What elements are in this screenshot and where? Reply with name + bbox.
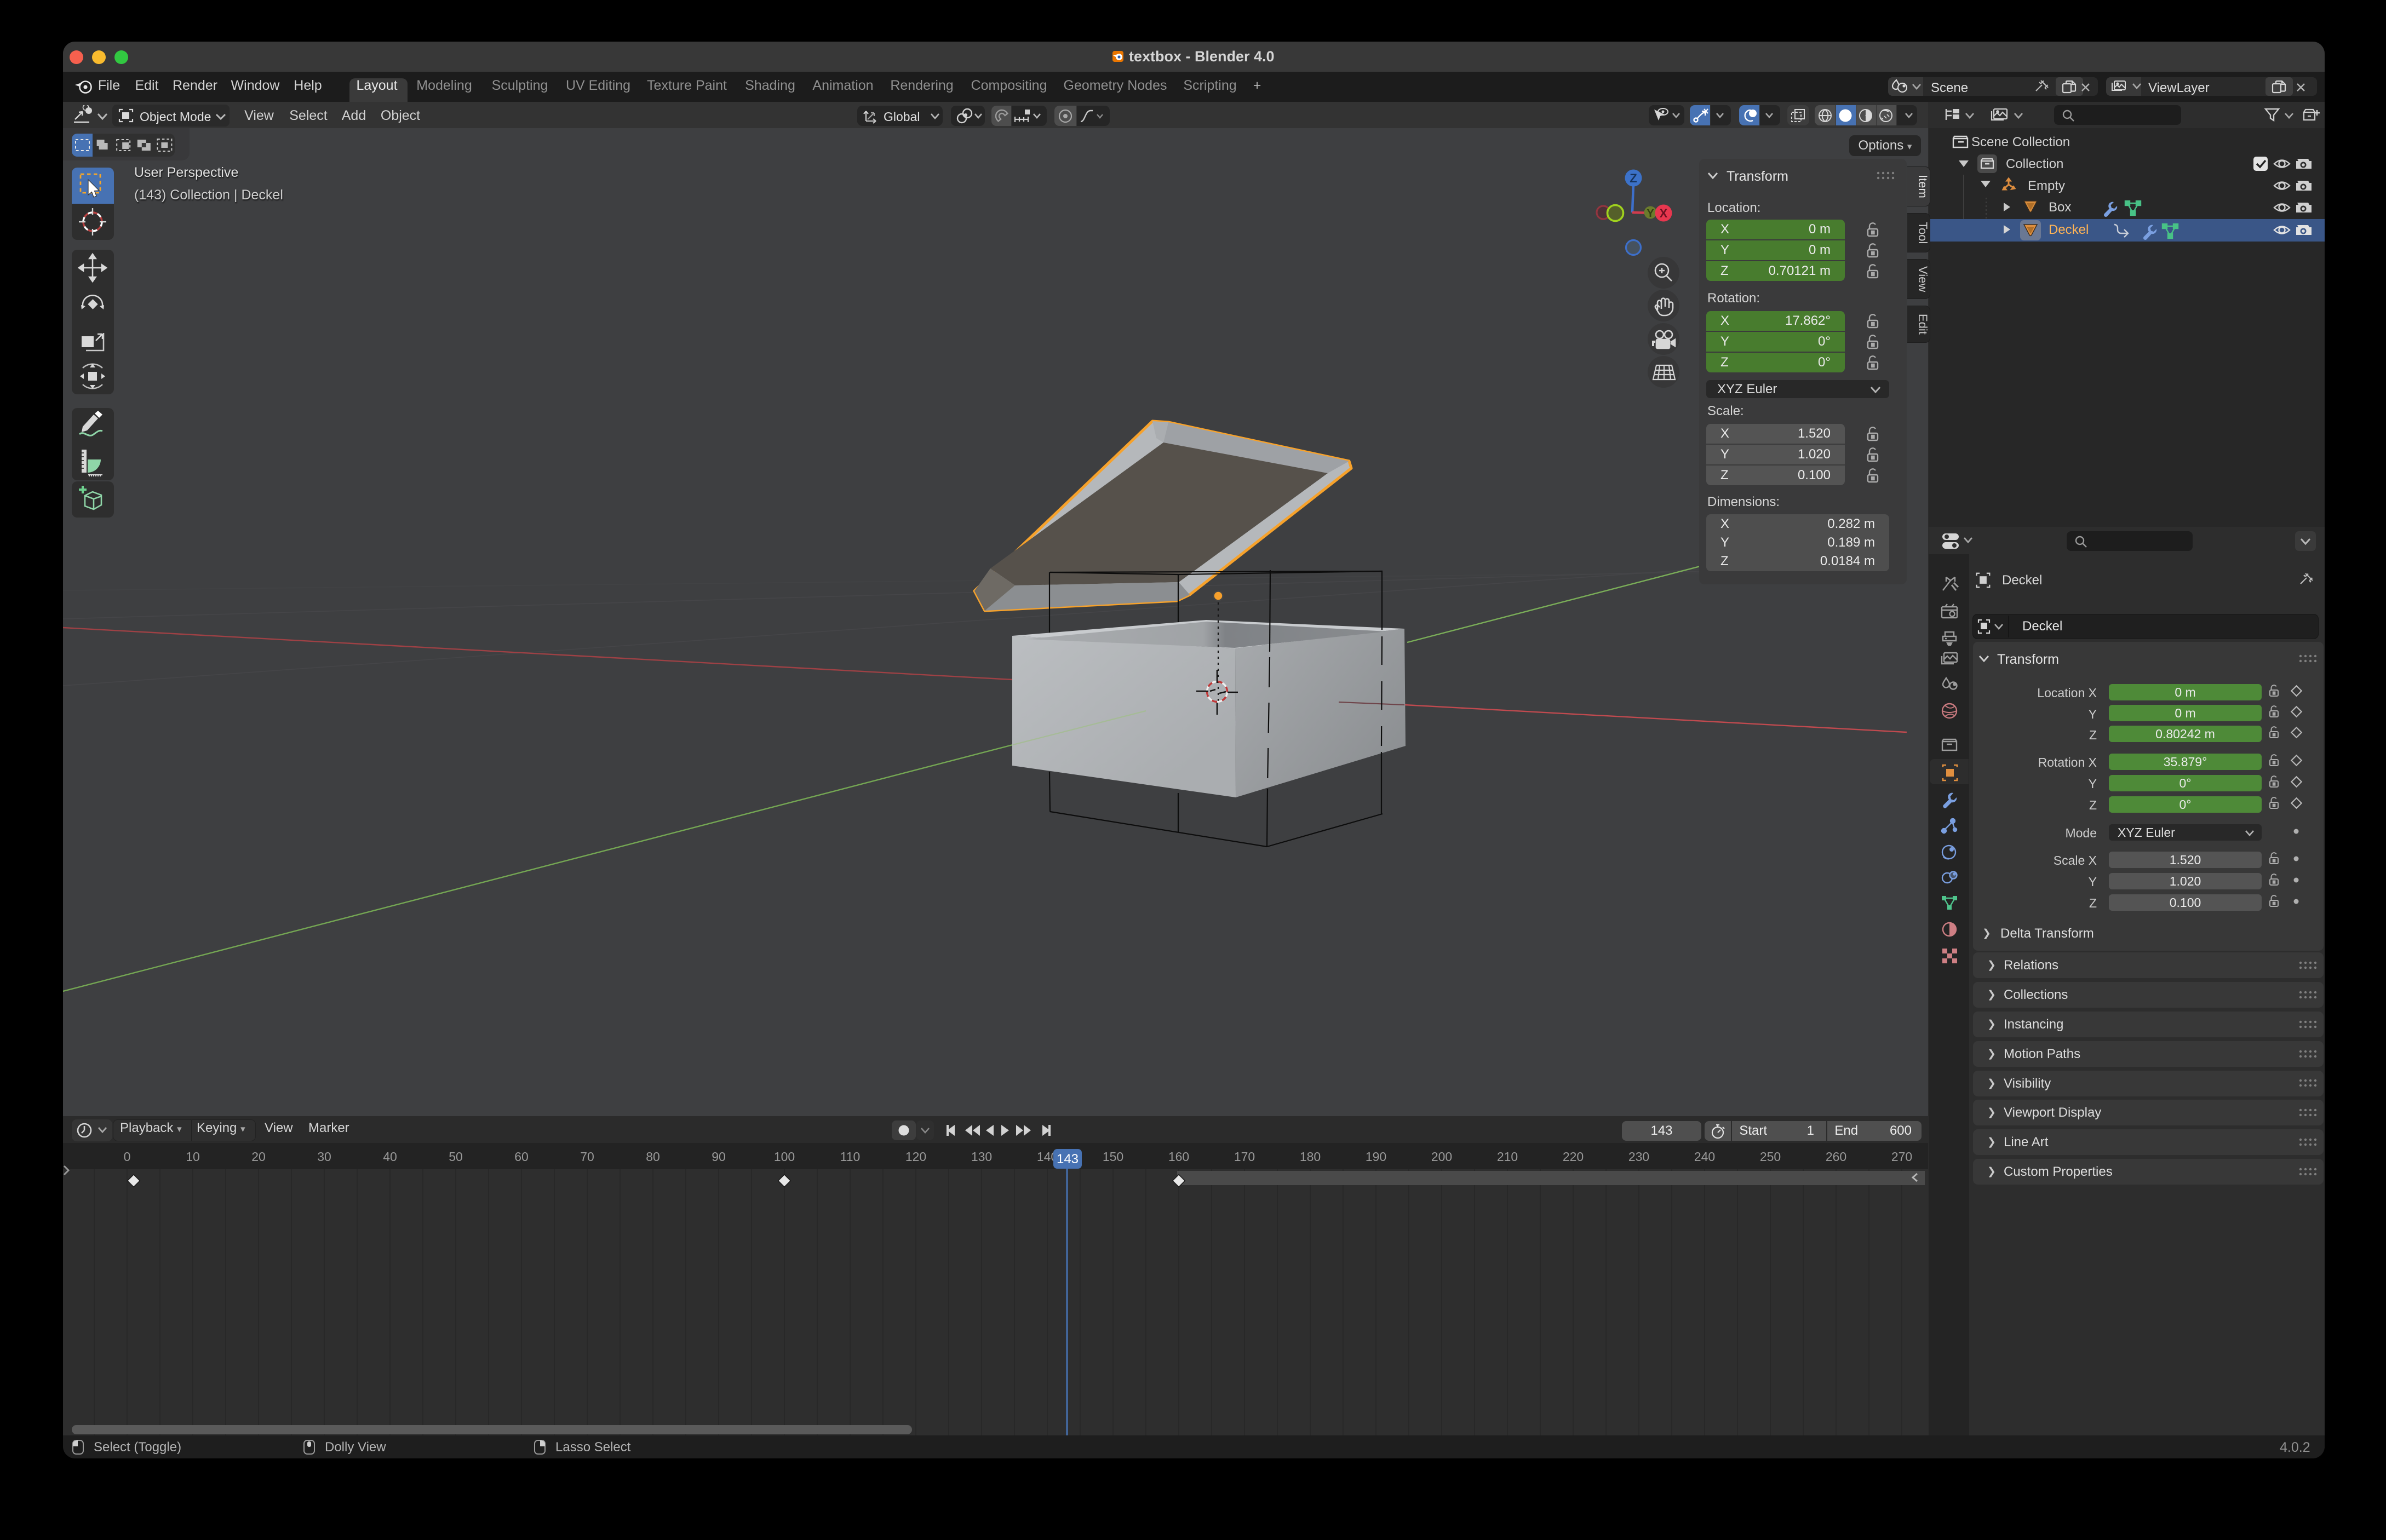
svg-text:50: 50 — [449, 1150, 463, 1164]
svg-text:Dolly View: Dolly View — [325, 1440, 386, 1455]
svg-text:120: 120 — [905, 1150, 926, 1164]
svg-text:0: 0 — [124, 1150, 131, 1164]
svg-text:270: 270 — [1891, 1150, 1912, 1164]
svg-text:220: 220 — [1563, 1150, 1584, 1164]
svg-text:160: 160 — [1168, 1150, 1189, 1164]
svg-text:210: 210 — [1497, 1150, 1518, 1164]
svg-text:100: 100 — [774, 1150, 795, 1164]
svg-text:40: 40 — [383, 1150, 397, 1164]
svg-text:10: 10 — [186, 1150, 200, 1164]
svg-text:200: 200 — [1431, 1150, 1452, 1164]
svg-text:70: 70 — [580, 1150, 594, 1164]
svg-text:260: 260 — [1826, 1150, 1846, 1164]
svg-text:60: 60 — [514, 1150, 529, 1164]
svg-text:180: 180 — [1300, 1150, 1321, 1164]
svg-text:Y: Y — [1647, 208, 1654, 220]
svg-text:20: 20 — [251, 1150, 266, 1164]
svg-text:170: 170 — [1234, 1150, 1255, 1164]
svg-text:Select (Toggle): Select (Toggle) — [94, 1440, 181, 1455]
svg-text:80: 80 — [646, 1150, 660, 1164]
svg-text:250: 250 — [1760, 1150, 1781, 1164]
svg-text:150: 150 — [1103, 1150, 1123, 1164]
svg-text:130: 130 — [971, 1150, 992, 1164]
svg-text:230: 230 — [1628, 1150, 1649, 1164]
svg-text:Z: Z — [1630, 171, 1637, 185]
svg-text:90: 90 — [712, 1150, 726, 1164]
svg-text:240: 240 — [1694, 1150, 1715, 1164]
svg-text:110: 110 — [840, 1150, 861, 1164]
svg-text:30: 30 — [317, 1150, 331, 1164]
svg-text:Lasso Select: Lasso Select — [555, 1440, 631, 1455]
svg-text:190: 190 — [1366, 1150, 1386, 1164]
svg-text:X: X — [1660, 206, 1668, 220]
svg-text:143: 143 — [1057, 1152, 1079, 1167]
